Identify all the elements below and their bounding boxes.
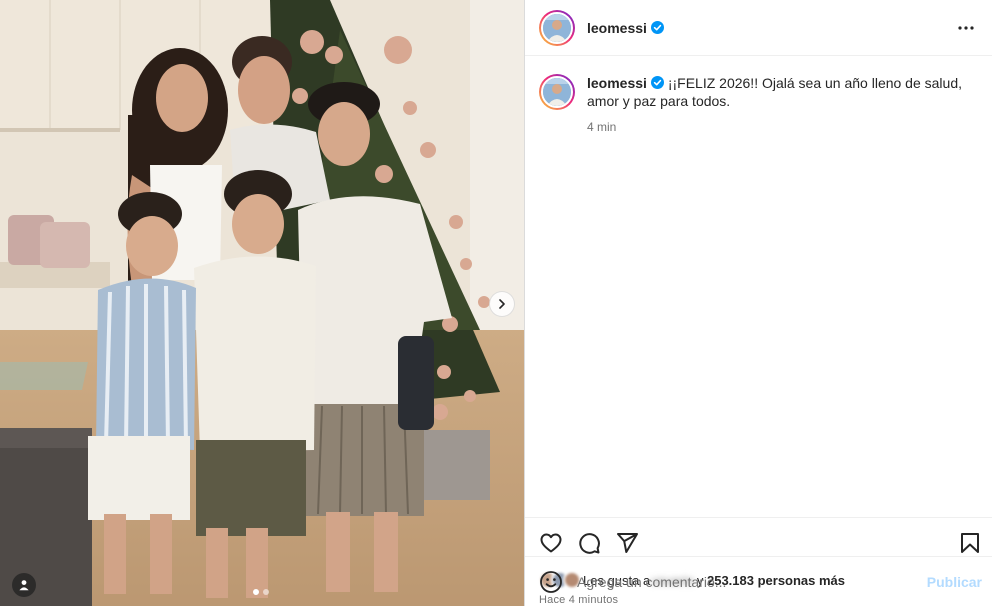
action-bar: [539, 528, 982, 558]
post-header: leomessi: [525, 0, 992, 56]
next-slide-button[interactable]: [489, 291, 515, 317]
person-icon: [19, 580, 29, 591]
carousel-dot-active: [253, 589, 259, 595]
chevron-right-icon: [499, 299, 505, 309]
family-christmas-photo: [0, 0, 524, 606]
comment-composer: Publicar: [525, 556, 992, 606]
avatar-image: [541, 76, 573, 108]
publish-button[interactable]: Publicar: [927, 574, 982, 590]
comment-icon: [579, 533, 600, 554]
header-username[interactable]: leomessi: [587, 20, 647, 36]
emoji-button[interactable]: [539, 570, 563, 594]
caption-time[interactable]: 4 min: [587, 118, 976, 136]
caption-username[interactable]: leomessi: [587, 75, 647, 91]
tagged-people-button[interactable]: [12, 573, 36, 597]
verified-badge-icon: [650, 21, 664, 34]
profile-avatar[interactable]: [539, 9, 575, 46]
like-button[interactable]: [539, 531, 563, 555]
caption: leomessi ¡¡FELIZ 2026!! Ojalá sea un año…: [539, 74, 976, 136]
avatar-photo-icon: [543, 13, 571, 42]
post-photo[interactable]: [0, 0, 524, 606]
comments-area: leomessi ¡¡FELIZ 2026!! Ojalá sea un año…: [525, 56, 992, 517]
more-options-button[interactable]: [954, 16, 978, 40]
comment-button[interactable]: [577, 531, 601, 555]
heart-icon: [540, 533, 562, 553]
carousel-dot: [263, 589, 269, 595]
more-horizontal-icon: [958, 25, 974, 30]
save-button[interactable]: [958, 531, 982, 555]
post-sidebar: leomessi leomessi ¡¡FELIZ 2026!! Ojalá s…: [524, 0, 992, 606]
caption-avatar[interactable]: [539, 74, 575, 110]
smiley-icon: [540, 570, 562, 593]
share-button[interactable]: [615, 531, 639, 555]
bookmark-icon: [961, 533, 979, 553]
instagram-post: leomessi leomessi ¡¡FELIZ 2026!! Ojalá s…: [0, 0, 992, 606]
verified-badge-icon: [650, 76, 664, 89]
avatar-photo-icon: [543, 78, 571, 106]
send-icon: [617, 533, 638, 553]
comment-input[interactable]: [577, 573, 927, 590]
avatar-image: [541, 11, 573, 44]
carousel-indicator: [253, 589, 269, 595]
caption-body: leomessi ¡¡FELIZ 2026!! Ojalá sea un año…: [587, 74, 976, 136]
